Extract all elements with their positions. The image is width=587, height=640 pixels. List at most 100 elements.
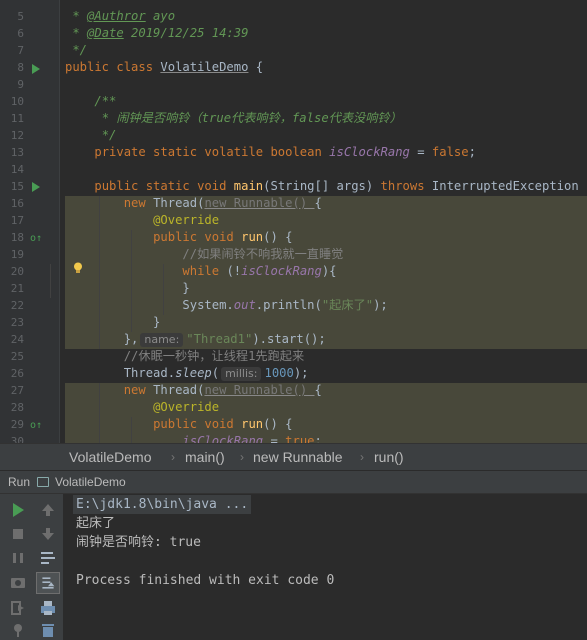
code-line[interactable]: 27 new Thread(new Runnable() { [0,382,587,399]
line-number: 6 [17,27,24,40]
code-text[interactable]: //休眠一秒钟，让线程1先跑起来 [65,348,304,365]
code-line[interactable]: 30 isClockRang = true; [0,433,587,443]
code-line[interactable]: 21 } [0,280,587,297]
code-line[interactable]: 19 //如果闹铃不响我就一直睡觉 [0,246,587,263]
code-text[interactable]: /** [65,93,116,110]
scroll-to-end-icon [42,577,55,589]
code-line[interactable]: 7 */ [0,42,587,59]
camera-icon[interactable] [8,572,28,592]
scroll-to-end-toggle[interactable] [36,572,60,594]
line-number: 5 [17,10,24,23]
console-command-line: E:\jdk1.8\bin\java ... [73,495,252,514]
code-line[interactable]: 5 * @Authror ayo [0,8,587,25]
code-text[interactable]: */ [65,127,117,144]
code-text[interactable]: * 闹钟是否响铃（true代表响铃，false代表没响铃） [65,110,402,127]
breadcrumb: VolatileDemo › main() › new Runnable › r… [0,443,587,470]
code-line[interactable]: 9 [0,76,587,93]
code-line[interactable]: 17 @Override [0,212,587,229]
code-line[interactable]: 24 }, name: "Thread1").start(); [0,331,587,348]
code-text[interactable]: public void run() { [65,229,292,246]
code-text[interactable]: } [65,314,160,331]
chevron-right-icon: › [240,450,244,464]
line-number: 29 [10,418,24,431]
breadcrumb-method[interactable]: main() [185,444,225,471]
line-number: 24 [10,333,24,346]
line-number: 19 [10,248,24,261]
arrow-down-icon[interactable] [38,524,58,544]
code-line[interactable]: 26 Thread.sleep(millis: 1000); [0,365,587,382]
chevron-right-icon: › [360,450,364,464]
code-text[interactable]: System.out.println("起床了"); [65,297,387,314]
code-text[interactable]: public static void main(String[] args) t… [65,178,587,195]
code-line[interactable]: 23 } [0,314,587,331]
override-icon[interactable]: o↑ [30,420,42,432]
code-text[interactable]: //如果闹铃不响我就一直睡觉 [65,246,343,263]
code-text[interactable]: @Override [65,399,219,416]
code-text[interactable]: new Thread(new Runnable() { [65,195,322,212]
console-exit-message: Process finished with exit code 0 [76,573,335,588]
run-class-icon[interactable] [32,64,40,74]
run-main-icon[interactable] [32,182,40,192]
run-config-icon [37,477,49,487]
line-number: 30 [10,435,24,443]
console-output-line: 起床了 [76,516,116,531]
code-text[interactable]: isClockRang = true; [65,433,321,443]
breadcrumb-run-method[interactable]: run() [374,444,404,471]
breadcrumb-anonymous-class[interactable]: new Runnable [253,444,343,471]
soft-wrap-icon[interactable] [38,548,58,568]
code-text[interactable]: private static volatile boolean isClockR… [65,144,476,161]
login-icon[interactable] [8,598,28,618]
rerun-icon[interactable] [8,500,28,520]
override-icon[interactable]: o↑ [30,233,42,245]
pin-icon[interactable] [8,620,28,640]
code-text[interactable]: while (!isClockRang){ [65,263,336,280]
code-text[interactable]: new Thread(new Runnable() { [65,382,322,399]
code-line[interactable]: 16 new Thread(new Runnable() { [0,195,587,212]
chevron-right-icon: › [171,450,175,464]
line-number: 16 [10,197,24,210]
code-line[interactable]: 12 */ [0,127,587,144]
line-number: 9 [17,78,24,91]
run-panel-label: Run [8,475,31,489]
code-line[interactable]: 28 @Override [0,399,587,416]
code-text[interactable]: public void run() { [65,416,292,433]
arrow-up-icon[interactable] [38,500,58,520]
code-text[interactable]: public class VolatileDemo { [65,59,263,76]
code-line[interactable]: 25 //休眠一秒钟，让线程1先跑起来 [0,348,587,365]
code-line[interactable]: 11 * 闹钟是否响铃（true代表响铃，false代表没响铃） [0,110,587,127]
code-line[interactable]: 6 * @Date 2019/12/25 14:39 [0,25,587,42]
code-line[interactable]: 29 public void run() { [0,416,587,433]
trash-icon[interactable] [38,620,58,640]
code-line[interactable]: 22 System.out.println("起床了"); [0,297,587,314]
code-editor[interactable]: 5 * @Authror ayo 6 * @Date 2019/12/25 14:… [0,0,587,443]
code-text[interactable]: } [65,280,189,297]
run-tool-window-header: Run VolatileDemo [0,470,587,494]
code-text[interactable]: }, name: "Thread1").start(); [65,331,326,348]
code-line[interactable]: 13 private static volatile boolean isClo… [0,144,587,161]
print-icon[interactable] [38,598,58,618]
code-text[interactable]: @Override [65,212,219,229]
pause-icon[interactable] [8,548,28,568]
breadcrumb-class[interactable]: VolatileDemo [69,444,152,471]
run-config-tab[interactable]: VolatileDemo [55,471,126,493]
line-number: 15 [10,180,24,193]
code-line[interactable]: 8 public class VolatileDemo { [0,59,587,76]
stop-icon[interactable] [8,524,28,544]
line-number: 25 [10,350,24,363]
code-line[interactable]: 20 while (!isClockRang){ [0,263,587,280]
code-line[interactable]: 10 /** [0,93,587,110]
lightbulb-icon[interactable] [73,262,83,274]
code-line[interactable]: 15 public static void main(String[] args… [0,178,587,195]
code-text[interactable]: */ [65,42,87,59]
code-text[interactable]: Thread.sleep(millis: 1000); [65,365,309,382]
line-number: 21 [10,282,24,295]
code-line[interactable]: 18 public void run() { [0,229,587,246]
line-number: 26 [10,367,24,380]
line-number: 14 [10,163,24,176]
code-line[interactable]: 14 [0,161,587,178]
code-text[interactable]: * @Authror ayo [65,8,175,25]
code-text[interactable]: * @Date 2019/12/25 14:39 [65,25,248,42]
line-number: 10 [10,95,24,108]
line-number: 27 [10,384,24,397]
console-panel: E:\jdk1.8\bin\java ... 起床了 闹钟是否响铃: true … [0,494,587,640]
